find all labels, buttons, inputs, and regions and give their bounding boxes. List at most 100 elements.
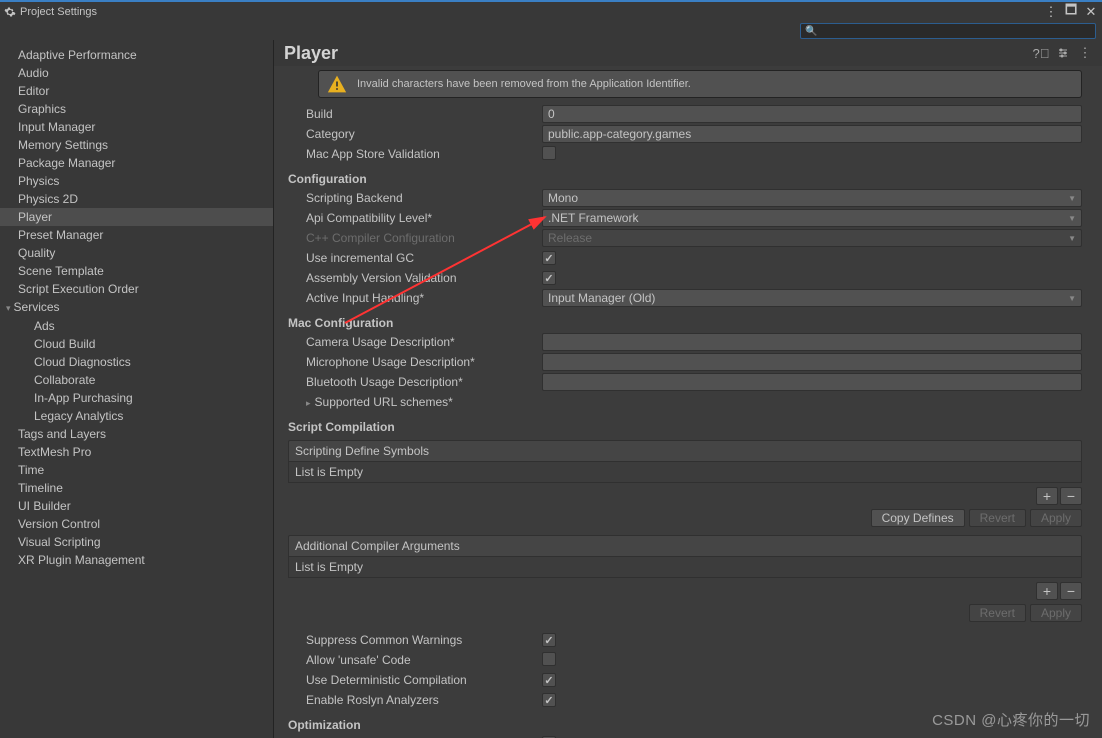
sidebar-item-editor[interactable]: Editor bbox=[0, 82, 273, 100]
build-input[interactable]: 0 bbox=[542, 105, 1082, 123]
add-define-button[interactable]: + bbox=[1036, 487, 1058, 505]
kebab-icon[interactable]: ⋮ bbox=[1044, 5, 1058, 19]
roslyn-label: Enable Roslyn Analyzers bbox=[306, 693, 542, 707]
assembly-validation-label: Assembly Version Validation bbox=[306, 271, 542, 285]
sidebar-item-script-execution-order[interactable]: Script Execution Order bbox=[0, 280, 273, 298]
suppress-warnings-checkbox[interactable] bbox=[542, 633, 556, 647]
gear-icon bbox=[4, 6, 16, 18]
mac-config-header: Mac Configuration bbox=[288, 312, 1082, 332]
sidebar-item-textmesh-pro[interactable]: TextMesh Pro bbox=[0, 443, 273, 461]
warning-icon bbox=[327, 74, 347, 94]
sidebar-item-preset-manager[interactable]: Preset Manager bbox=[0, 226, 273, 244]
deterministic-checkbox[interactable] bbox=[542, 673, 556, 687]
compiler-args-header: Additional Compiler Arguments bbox=[288, 535, 1082, 557]
close-icon[interactable]: ✕ bbox=[1084, 5, 1098, 19]
mic-usage-label: Microphone Usage Description* bbox=[306, 355, 542, 369]
remove-arg-button[interactable]: − bbox=[1060, 582, 1082, 600]
category-input[interactable]: public.app-category.games bbox=[542, 125, 1082, 143]
optimization-header: Optimization bbox=[288, 714, 1082, 734]
compiler-args-list: List is Empty bbox=[288, 557, 1082, 578]
assembly-validation-checkbox[interactable] bbox=[542, 271, 556, 285]
sidebar-item-version-control[interactable]: Version Control bbox=[0, 515, 273, 533]
scroll-area: Invalid characters have been removed fro… bbox=[274, 66, 1102, 738]
cpp-compiler-dropdown: Release▼ bbox=[542, 229, 1082, 247]
allow-unsafe-checkbox[interactable] bbox=[542, 652, 556, 666]
sidebar-item-tags-and-layers[interactable]: Tags and Layers bbox=[0, 425, 273, 443]
define-symbols-list: List is Empty bbox=[288, 462, 1082, 483]
sidebar-item-graphics[interactable]: Graphics bbox=[0, 100, 273, 118]
sidebar-item-legacy-analytics[interactable]: Legacy Analytics bbox=[0, 407, 273, 425]
api-compat-dropdown[interactable]: .NET Framework▼ bbox=[542, 209, 1082, 227]
sidebar-item-cloud-build[interactable]: Cloud Build bbox=[0, 335, 273, 353]
apply-defines-button: Apply bbox=[1030, 509, 1082, 527]
help-icon[interactable]: ?⃝ bbox=[1034, 46, 1048, 60]
scripting-backend-label: Scripting Backend bbox=[306, 191, 542, 205]
mac-validation-checkbox[interactable] bbox=[542, 146, 556, 160]
bt-usage-label: Bluetooth Usage Description* bbox=[306, 375, 542, 389]
sidebar-item-physics[interactable]: Physics bbox=[0, 172, 273, 190]
sidebar-item-services[interactable]: Services bbox=[0, 298, 273, 317]
sidebar-item-cloud-diagnostics[interactable]: Cloud Diagnostics bbox=[0, 353, 273, 371]
camera-usage-input[interactable] bbox=[542, 333, 1082, 351]
api-compat-label: Api Compatibility Level* bbox=[306, 211, 542, 225]
sidebar-item-time[interactable]: Time bbox=[0, 461, 273, 479]
sidebar-item-quality[interactable]: Quality bbox=[0, 244, 273, 262]
sidebar-item-memory-settings[interactable]: Memory Settings bbox=[0, 136, 273, 154]
sidebar-item-collaborate[interactable]: Collaborate bbox=[0, 371, 273, 389]
sidebar-item-scene-template[interactable]: Scene Template bbox=[0, 262, 273, 280]
sidebar-item-timeline[interactable]: Timeline bbox=[0, 479, 273, 497]
input-handling-dropdown[interactable]: Input Manager (Old)▼ bbox=[542, 289, 1082, 307]
cpp-compiler-label: C++ Compiler Configuration bbox=[306, 231, 542, 245]
suppress-warnings-label: Suppress Common Warnings bbox=[306, 633, 542, 647]
deterministic-label: Use Deterministic Compilation bbox=[306, 673, 542, 687]
sidebar-item-ads[interactable]: Ads bbox=[0, 317, 273, 335]
url-schemes-foldout[interactable]: Supported URL schemes* bbox=[306, 395, 542, 409]
chevron-down-icon: ▼ bbox=[1068, 214, 1076, 223]
search-wrap[interactable]: 🔍 bbox=[800, 23, 1096, 39]
chevron-down-icon: ▼ bbox=[1068, 194, 1076, 203]
camera-usage-label: Camera Usage Description* bbox=[306, 335, 542, 349]
search-icon: 🔍 bbox=[805, 26, 817, 37]
sidebar-item-physics-2d[interactable]: Physics 2D bbox=[0, 190, 273, 208]
content-header: Player ?⃝ ⋮ bbox=[274, 40, 1102, 66]
window-controls: ⋮ 🗖 ✕ bbox=[1044, 5, 1098, 19]
input-handling-label: Active Input Handling* bbox=[306, 291, 542, 305]
sidebar-item-in-app-purchasing[interactable]: In-App Purchasing bbox=[0, 389, 273, 407]
chevron-down-icon: ▼ bbox=[1068, 294, 1076, 303]
sidebar-item-xr-plugin-management[interactable]: XR Plugin Management bbox=[0, 551, 273, 569]
mic-usage-input[interactable] bbox=[542, 353, 1082, 371]
page-title: Player bbox=[284, 43, 1034, 64]
remove-define-button[interactable]: − bbox=[1060, 487, 1082, 505]
sidebar-item-ui-builder[interactable]: UI Builder bbox=[0, 497, 273, 515]
add-arg-button[interactable]: + bbox=[1036, 582, 1058, 600]
warning-message: Invalid characters have been removed fro… bbox=[318, 70, 1082, 98]
chevron-down-icon: ▼ bbox=[1068, 234, 1076, 243]
sidebar-item-adaptive-performance[interactable]: Adaptive Performance bbox=[0, 46, 273, 64]
define-symbols-header: Scripting Define Symbols bbox=[288, 440, 1082, 462]
copy-defines-button[interactable]: Copy Defines bbox=[871, 509, 965, 527]
window-title: Project Settings bbox=[20, 6, 1044, 18]
script-compilation-header: Script Compilation bbox=[288, 416, 1082, 436]
roslyn-checkbox[interactable] bbox=[542, 693, 556, 707]
search-bar: 🔍 bbox=[0, 22, 1102, 40]
search-input[interactable] bbox=[819, 25, 1091, 37]
scripting-backend-dropdown[interactable]: Mono▼ bbox=[542, 189, 1082, 207]
allow-unsafe-label: Allow 'unsafe' Code bbox=[306, 653, 542, 667]
sidebar-item-player[interactable]: Player bbox=[0, 208, 273, 226]
incremental-gc-label: Use incremental GC bbox=[306, 251, 542, 265]
maximize-icon[interactable]: 🗖 bbox=[1064, 5, 1078, 19]
category-label: Category bbox=[306, 127, 542, 141]
sidebar-item-audio[interactable]: Audio bbox=[0, 64, 273, 82]
sidebar-item-input-manager[interactable]: Input Manager bbox=[0, 118, 273, 136]
sidebar-item-package-manager[interactable]: Package Manager bbox=[0, 154, 273, 172]
settings-sliders-icon[interactable] bbox=[1056, 46, 1070, 60]
mac-validation-label: Mac App Store Validation bbox=[306, 147, 542, 161]
title-bar: Project Settings ⋮ 🗖 ✕ bbox=[0, 0, 1102, 22]
bt-usage-input[interactable] bbox=[542, 373, 1082, 391]
kebab-menu-icon[interactable]: ⋮ bbox=[1078, 46, 1092, 60]
build-label: Build bbox=[306, 107, 542, 121]
warning-text: Invalid characters have been removed fro… bbox=[357, 78, 691, 90]
incremental-gc-checkbox[interactable] bbox=[542, 251, 556, 265]
revert-args-button: Revert bbox=[969, 604, 1026, 622]
sidebar-item-visual-scripting[interactable]: Visual Scripting bbox=[0, 533, 273, 551]
